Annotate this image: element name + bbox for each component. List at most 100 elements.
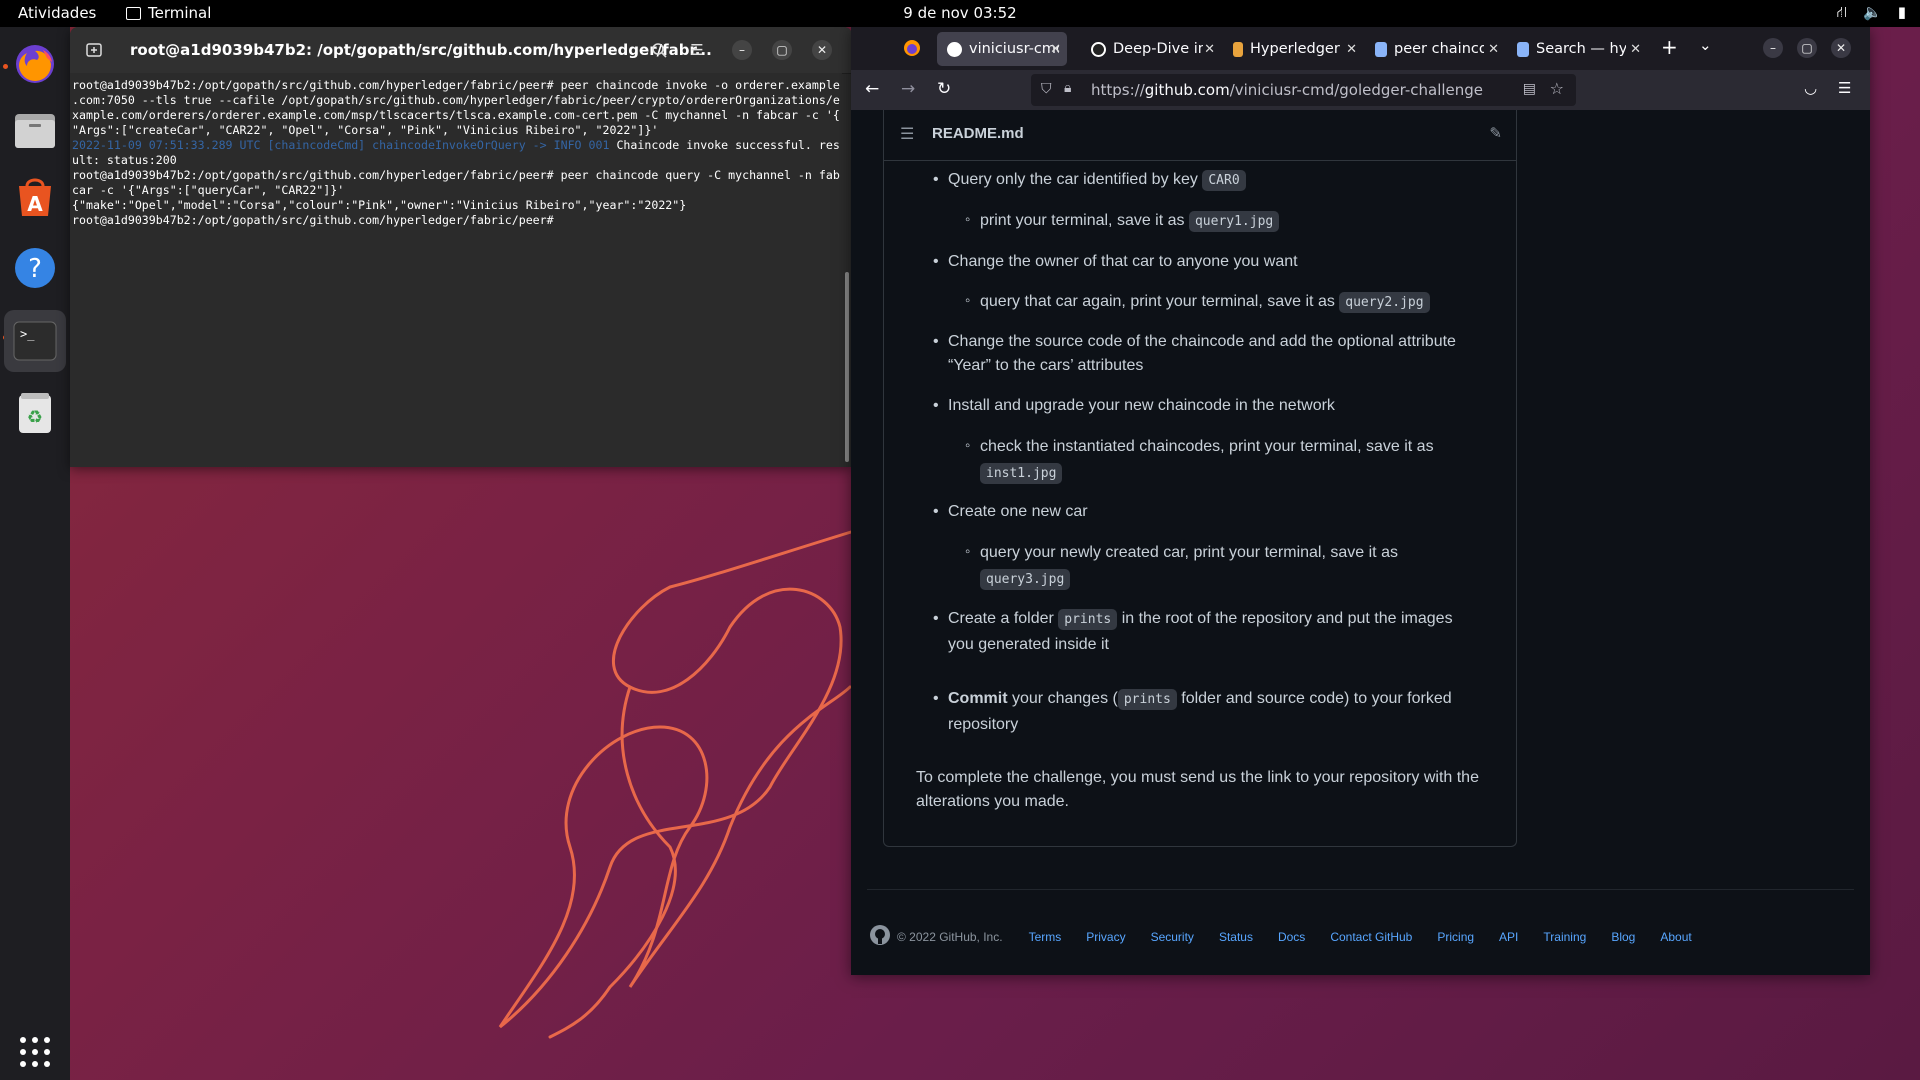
- files-icon[interactable]: [10, 105, 60, 155]
- url-text: https://github.com/viniciusr-cmd/goledge…: [1091, 81, 1483, 99]
- firefox-icon[interactable]: [10, 39, 60, 89]
- footer-link-terms[interactable]: Terms: [1029, 930, 1062, 944]
- item-text: Change the owner of that car to anyone y…: [948, 253, 1298, 270]
- show-apps-icon[interactable]: [10, 1027, 60, 1077]
- tab-label: Search — hy: [1536, 41, 1626, 57]
- close-tab-icon[interactable]: ✕: [1050, 42, 1061, 57]
- terminal-prompt[interactable]: root@a1d9039b47b2:/opt/gopath/src/github…: [72, 213, 842, 228]
- activities-button[interactable]: Atividades: [18, 4, 96, 22]
- minimize-icon[interactable]: –: [1763, 38, 1783, 58]
- item-text: Create one new car: [948, 503, 1088, 520]
- footer: © 2022 GitHub, Inc. Terms Privacy Securi…: [869, 924, 1717, 949]
- terminal-line: {"make":"Opel","model":"Corsa","colour":…: [72, 198, 687, 212]
- footer-link-status[interactable]: Status: [1219, 930, 1253, 944]
- tab-hyperledger[interactable]: Hyperledger ✕: [1223, 32, 1363, 66]
- docs-icon: [1375, 41, 1387, 57]
- log-message: Chaincode invoke successful. res: [609, 138, 840, 152]
- close-tab-icon[interactable]: ✕: [1204, 42, 1215, 57]
- minimize-icon[interactable]: –: [732, 40, 752, 60]
- system-tray[interactable]: ⛙ 🔈 ▮: [1837, 3, 1907, 23]
- svg-text:>_: >_: [20, 327, 35, 341]
- footer-link-docs[interactable]: Docs: [1278, 930, 1305, 944]
- terminal-output[interactable]: root@a1d9039b47b2:/opt/gopath/src/github…: [70, 73, 842, 467]
- clock[interactable]: 9 de nov 03:52: [0, 4, 1920, 22]
- svg-text:♻: ♻: [27, 407, 43, 428]
- readme-filename: README.md: [932, 125, 1024, 142]
- firefox-view-icon[interactable]: [903, 39, 921, 61]
- list-item: Install and upgrade your new chaincode i…: [933, 394, 1478, 418]
- close-tab-icon[interactable]: ✕: [1630, 42, 1641, 57]
- terminal-icon[interactable]: >_: [10, 316, 60, 366]
- tab-strip: viniciusr-cmd ✕ Deep-Dive in ✕ Hyperledg…: [851, 27, 1870, 70]
- battery-icon: ▮: [1897, 3, 1906, 21]
- item-text: your changes (: [1007, 690, 1118, 707]
- edit-pencil-icon[interactable]: ✎: [1489, 124, 1502, 142]
- hamburger-menu-icon[interactable]: ☰: [682, 35, 712, 65]
- footer-divider: [867, 889, 1854, 890]
- firefox-window[interactable]: viniciusr-cmd ✕ Deep-Dive in ✕ Hyperledg…: [851, 27, 1870, 975]
- search-icon[interactable]: [644, 35, 674, 65]
- new-tab-button[interactable]: +: [1661, 35, 1678, 59]
- readme-box: ☰ README.md ✎ Query only the car identif…: [883, 110, 1517, 847]
- new-tab-icon[interactable]: [79, 35, 109, 65]
- footer-link-about[interactable]: About: [1660, 930, 1691, 944]
- navigation-toolbar: ← → ↻ ⛉ 🔒︎ https://github.com/viniciusr-…: [851, 70, 1870, 110]
- trash-icon[interactable]: ♻: [10, 388, 60, 438]
- item-text: Query only the car identified by key: [948, 171, 1203, 188]
- list-tabs-icon[interactable]: ⌄: [1699, 36, 1712, 54]
- svg-text:?: ?: [28, 254, 42, 284]
- tab-deep-dive[interactable]: Deep-Dive in ✕: [1081, 32, 1221, 66]
- list-item: Change the source code of the chaincode …: [933, 330, 1478, 378]
- hyperledger-icon: [1233, 41, 1243, 57]
- github-page[interactable]: ☰ README.md ✎ Query only the car identif…: [851, 110, 1870, 975]
- reader-view-icon[interactable]: ▤: [1523, 81, 1536, 97]
- help-icon[interactable]: ?: [10, 243, 60, 293]
- tracking-shield-icon[interactable]: ⛉: [1041, 81, 1052, 97]
- list-item: Commit your changes (prints folder and s…: [933, 686, 1478, 737]
- list-item: query that car again, print your termina…: [965, 289, 1480, 315]
- terminal-scrollbar[interactable]: [845, 272, 849, 462]
- footer-link-blog[interactable]: Blog: [1611, 930, 1635, 944]
- list-item: Change the owner of that car to anyone y…: [933, 250, 1478, 274]
- tab-peer-chaincode[interactable]: peer chainco ✕: [1365, 32, 1505, 66]
- github-mark-icon[interactable]: [869, 924, 891, 949]
- footer-link-security[interactable]: Security: [1151, 930, 1194, 944]
- terminal-small-icon: [126, 6, 141, 20]
- footer-copyright: © 2022 GitHub, Inc.: [897, 929, 1003, 944]
- terminal-titlebar[interactable]: root@a1d9039b47b2: /opt/gopath/src/githu…: [70, 27, 852, 74]
- reload-icon[interactable]: ↻: [937, 79, 951, 99]
- app-menu[interactable]: Terminal: [126, 4, 211, 22]
- forward-icon[interactable]: →: [901, 79, 915, 99]
- maximize-icon[interactable]: ▢: [772, 40, 792, 60]
- svg-text:A: A: [27, 192, 43, 216]
- maximize-icon[interactable]: ▢: [1797, 38, 1817, 58]
- close-icon[interactable]: ✕: [812, 40, 832, 60]
- footer-link-privacy[interactable]: Privacy: [1086, 930, 1125, 944]
- close-tab-icon[interactable]: ✕: [1346, 42, 1357, 57]
- tab-search[interactable]: Search — hy ✕: [1507, 32, 1647, 66]
- url-bar[interactable]: ⛉ 🔒︎ https://github.com/viniciusr-cmd/go…: [1031, 74, 1576, 106]
- close-icon[interactable]: ✕: [1831, 38, 1851, 58]
- outline-list-icon[interactable]: ☰: [900, 124, 914, 144]
- terminal-window[interactable]: root@a1d9039b47b2: /opt/gopath/src/githu…: [70, 27, 852, 467]
- footer-link-api[interactable]: API: [1499, 930, 1518, 944]
- app-menu-label: Terminal: [148, 4, 212, 22]
- dock: A ? >_ ♻: [0, 27, 70, 1080]
- close-tab-icon[interactable]: ✕: [1488, 42, 1499, 57]
- bookmark-star-icon[interactable]: ☆: [1550, 79, 1564, 98]
- url-path: /viniciusr-cmd/goledger-challenge: [1229, 81, 1484, 99]
- lock-icon[interactable]: 🔒︎: [1064, 80, 1071, 96]
- footer-link-pricing[interactable]: Pricing: [1437, 930, 1474, 944]
- back-icon[interactable]: ←: [865, 79, 879, 99]
- app-menu-icon[interactable]: ☰: [1838, 79, 1851, 97]
- pocket-icon[interactable]: ◡: [1804, 79, 1817, 97]
- item-text: print your terminal, save it as: [980, 212, 1189, 229]
- footer-link-training[interactable]: Training: [1543, 930, 1586, 944]
- tab-label: viniciusr-cmd: [969, 41, 1059, 57]
- item-text: Change the source code of the chaincode …: [948, 333, 1456, 374]
- item-text: Install and upgrade your new chaincode i…: [948, 397, 1335, 414]
- terminal-log-line: 2022-11-09 07:51:33.289 UTC [chaincodeCm…: [72, 138, 842, 153]
- footer-link-contact[interactable]: Contact GitHub: [1330, 930, 1412, 944]
- app-center-icon[interactable]: A: [10, 173, 60, 223]
- tab-github[interactable]: viniciusr-cmd ✕: [937, 32, 1067, 66]
